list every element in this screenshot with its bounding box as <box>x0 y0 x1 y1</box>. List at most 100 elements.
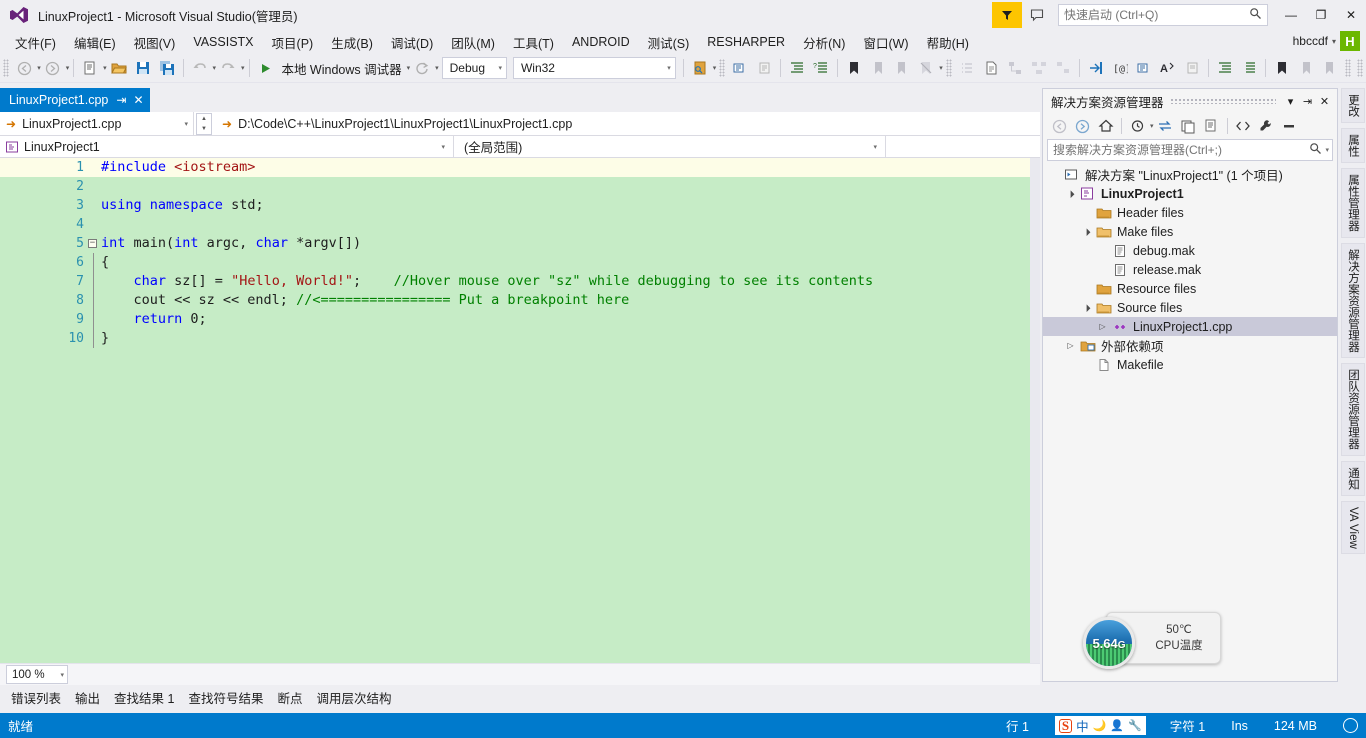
menu-item-android[interactable]: ANDROID <box>563 32 639 52</box>
file-selector-combo[interactable]: ➜ LinuxProject1.cpp ▾ <box>0 112 194 135</box>
tree-node[interactable]: ◢Make files <box>1043 222 1337 241</box>
collapsed-twisty-icon[interactable]: ▷ <box>1095 322 1110 331</box>
start-debugging-play-icon[interactable] <box>254 57 276 79</box>
bookmark-window-icon[interactable] <box>1271 57 1293 79</box>
quick-launch-box[interactable] <box>1058 4 1268 26</box>
editor-vertical-scrollbar[interactable] <box>1030 158 1040 663</box>
decrease-indent-icon[interactable]: ? <box>810 57 832 79</box>
menu-item-debug[interactable]: 调试(D) <box>382 30 442 55</box>
back-icon[interactable] <box>1048 115 1071 137</box>
menu-item-window[interactable]: 窗口(W) <box>854 30 917 55</box>
chevron-down-icon[interactable]: ▾ <box>435 64 439 72</box>
chevron-down-icon[interactable]: ▾ <box>939 64 943 72</box>
next-item-icon[interactable] <box>1319 57 1341 79</box>
refactor-icon[interactable] <box>1133 57 1155 79</box>
chevron-down-icon[interactable]: ▾ <box>713 64 717 72</box>
tree-node[interactable]: Header files <box>1043 203 1337 222</box>
toolbar-grip[interactable] <box>1345 59 1351 77</box>
navigate-to-icon[interactable] <box>1085 57 1107 79</box>
pin-tab-icon[interactable]: ⇥ <box>116 93 126 107</box>
vertical-tab-5[interactable]: 通知 <box>1341 461 1365 496</box>
code-line[interactable]: 7 char sz[] = "Hello, World!"; //Hover m… <box>0 272 1040 291</box>
code-line[interactable]: 1#include <iostream> <box>0 158 1040 177</box>
chevron-down-icon[interactable]: ▾ <box>37 64 41 72</box>
tree-node[interactable]: ◢LinuxProject1 <box>1043 184 1337 203</box>
wrench-icon[interactable]: 🔧 <box>1128 719 1142 732</box>
tab-call-hierarchy[interactable]: 调用层次结构 <box>310 684 399 711</box>
menu-item-project[interactable]: 项目(P) <box>263 30 323 55</box>
avatar[interactable]: H <box>1340 31 1360 51</box>
vertical-tab-4[interactable]: 团队资源管理器 <box>1341 363 1365 456</box>
fold-toggle-icon[interactable]: − <box>88 239 97 248</box>
code-editor[interactable]: 1#include <iostream>23using namespace st… <box>0 158 1040 663</box>
pending-changes-icon[interactable] <box>1126 115 1149 137</box>
menu-item-tools[interactable]: 工具(T) <box>504 30 563 55</box>
solution-platform-combo[interactable]: Win32 ▾ <box>513 57 676 79</box>
expanded-twisty-icon[interactable]: ◢ <box>1062 185 1078 201</box>
expanded-twisty-icon[interactable]: ◢ <box>1078 299 1094 315</box>
tree-node[interactable]: ▷外部依赖项 <box>1043 336 1337 355</box>
record-circle-icon[interactable] <box>1343 718 1358 733</box>
tab-linuxproject1-cpp[interactable]: LinuxProject1.cpp ⇥ ✕ <box>0 88 150 112</box>
code-line[interactable]: 10} <box>0 329 1040 348</box>
previous-item-icon[interactable] <box>1295 57 1317 79</box>
zoom-level-combo[interactable]: 100 % ▾ <box>6 665 68 684</box>
account-area[interactable]: hbccdf ▾ H <box>1293 31 1360 51</box>
ime-indicator[interactable]: S 中 🌙 👤 🔧 <box>1055 716 1146 735</box>
collapsed-twisty-icon[interactable]: ▷ <box>1063 341 1078 350</box>
code-line[interactable]: 2 <box>0 177 1040 196</box>
spin-down-icon[interactable]: ▼ <box>197 124 211 134</box>
previous-bookmark-icon[interactable] <box>867 57 889 79</box>
code-line[interactable]: 3using namespace std; <box>0 196 1040 215</box>
ime-mode-label[interactable]: 中 <box>1076 716 1089 735</box>
document-outline-icon[interactable] <box>980 57 1002 79</box>
tree-node[interactable]: release.mak <box>1043 260 1337 279</box>
menu-item-vassistx[interactable]: VASSISTX <box>184 32 262 52</box>
preview-selected-items-icon[interactable] <box>1278 115 1301 137</box>
toolbar-grip[interactable] <box>719 59 725 77</box>
sync-with-active-document-icon[interactable] <box>1154 115 1177 137</box>
tree-node[interactable]: Resource files <box>1043 279 1337 298</box>
next-bookmark-icon[interactable] <box>891 57 913 79</box>
solution-explorer-search-input[interactable] <box>1053 143 1309 157</box>
chevron-down-icon[interactable]: ▾ <box>1282 92 1299 110</box>
code-line[interactable]: 8 cout << sz << endl; //<===============… <box>0 291 1040 310</box>
pin-icon[interactable]: ⇥ <box>1299 92 1316 110</box>
maximize-button[interactable]: ❐ <box>1306 1 1336 29</box>
tree-node[interactable]: 解决方案 "LinuxProject1" (1 个项目) <box>1043 165 1337 184</box>
code-line[interactable]: 4 <box>0 215 1040 234</box>
redo-icon[interactable] <box>217 57 239 79</box>
tab-breakpoints[interactable]: 断点 <box>270 684 309 711</box>
save-all-icon[interactable] <box>156 57 178 79</box>
save-icon[interactable] <box>132 57 154 79</box>
properties-icon[interactable] <box>1255 115 1278 137</box>
send-feedback-icon[interactable] <box>992 2 1022 28</box>
increase-indent-icon[interactable] <box>786 57 808 79</box>
tree-node[interactable]: ◢Source files <box>1043 298 1337 317</box>
chevron-down-icon[interactable]: ▾ <box>1325 146 1329 154</box>
attribute-icon[interactable]: [@] <box>1109 57 1131 79</box>
toolbar-grip[interactable] <box>3 59 9 77</box>
chevron-down-icon[interactable]: ▾ <box>407 64 411 72</box>
code-line[interactable]: 9 return 0; <box>0 310 1040 329</box>
spin-up-icon[interactable]: ▲ <box>197 114 211 124</box>
tree-node[interactable]: Makefile <box>1043 355 1337 374</box>
menu-item-file[interactable]: 文件(F) <box>6 30 65 55</box>
new-project-icon[interactable] <box>79 57 101 79</box>
expanded-twisty-icon[interactable]: ◢ <box>1078 223 1094 239</box>
tree-node[interactable]: debug.mak <box>1043 241 1337 260</box>
toolbar-grip[interactable] <box>1357 59 1363 77</box>
menu-item-test[interactable]: 测试(S) <box>639 30 699 55</box>
moon-icon[interactable]: 🌙 <box>1093 719 1107 732</box>
navigate-backward-icon[interactable] <box>13 57 35 79</box>
vertical-tab-0[interactable]: 更改 <box>1341 88 1365 123</box>
panel-drag-handle[interactable] <box>1170 98 1276 104</box>
project-selector-combo[interactable]: LinuxProject1 ▾ <box>0 136 454 157</box>
close-icon[interactable]: ✕ <box>1316 92 1333 110</box>
undo-icon[interactable] <box>189 57 211 79</box>
toggle-bookmark-icon[interactable] <box>843 57 865 79</box>
navigate-forward-icon[interactable] <box>42 57 64 79</box>
vertical-tab-3[interactable]: 解决方案资源管理器 <box>1341 243 1365 359</box>
scope-selector-combo[interactable]: (全局范围) ▾ <box>454 136 886 157</box>
chevron-down-icon[interactable]: ▾ <box>241 64 245 72</box>
